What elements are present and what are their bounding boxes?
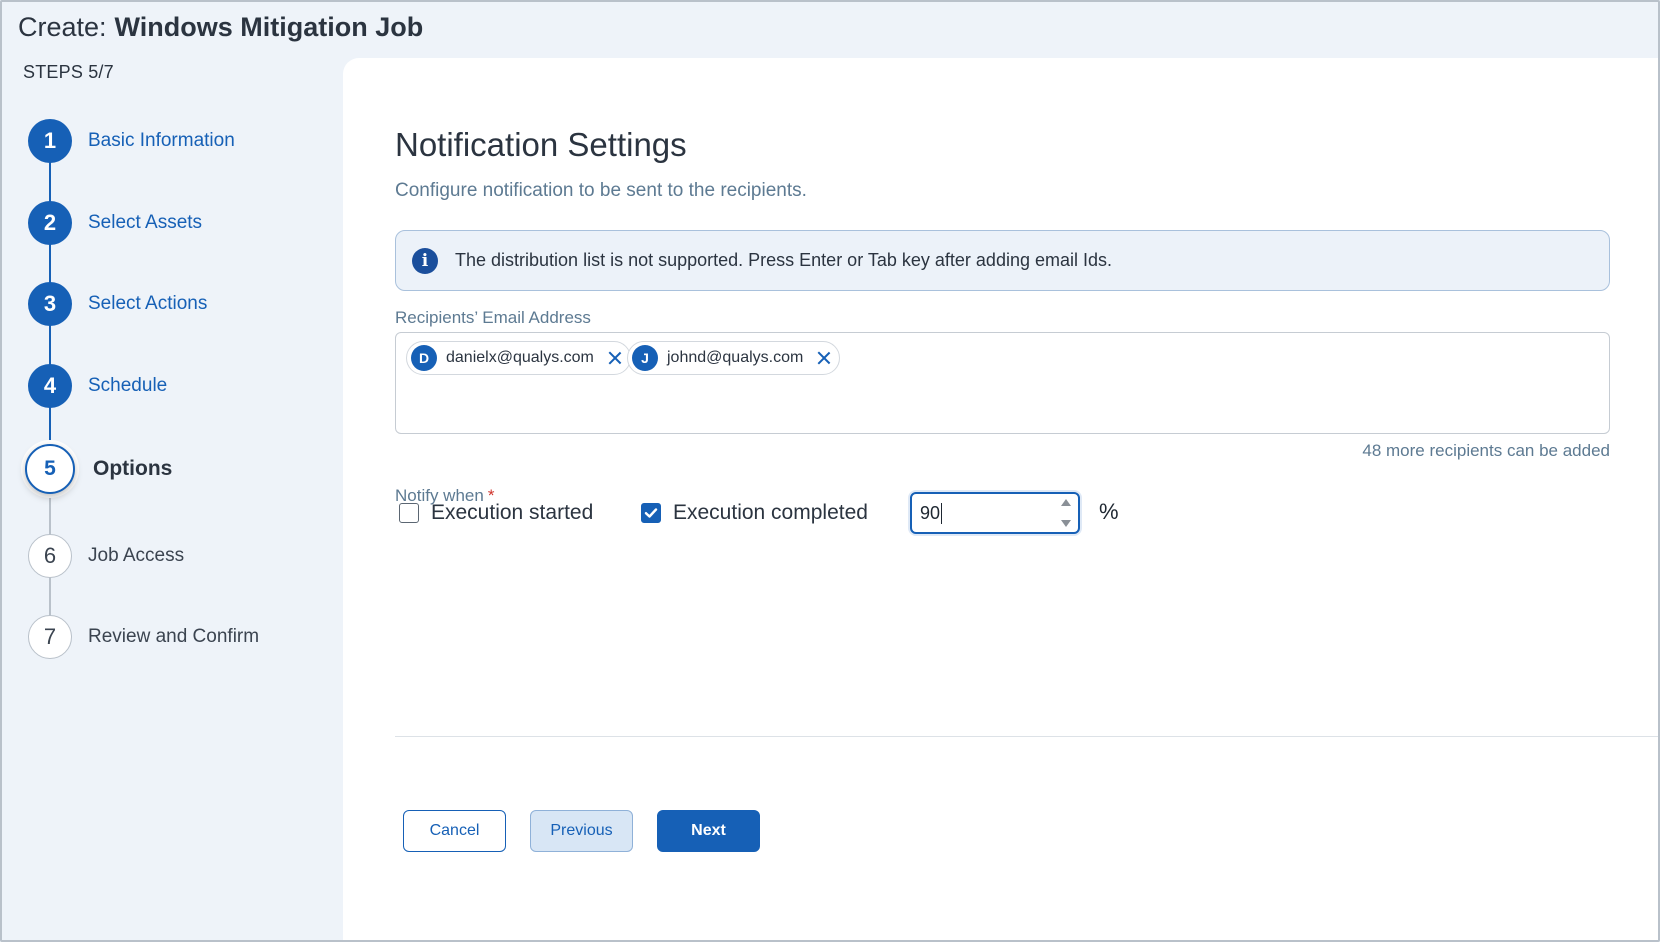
previous-button[interactable]: Previous xyxy=(530,810,633,852)
execution-started-checkbox[interactable] xyxy=(399,503,419,523)
step-label: Select Assets xyxy=(88,212,203,233)
recipient-email: danielx@qualys.com xyxy=(446,349,594,366)
step-number: 3 xyxy=(28,282,72,326)
step-label: Review and Confirm xyxy=(88,626,260,647)
step-label: Select Actions xyxy=(88,293,208,314)
step-label: Job Access xyxy=(88,545,185,566)
step-number: 4 xyxy=(28,364,72,408)
recipient-chip: D danielx@qualys.com xyxy=(406,341,631,375)
percent-stepper[interactable] xyxy=(1060,498,1072,528)
execution-completed-option[interactable]: Execution completed xyxy=(641,501,868,525)
close-icon[interactable] xyxy=(817,351,831,365)
step-select-actions[interactable]: 3 Select Actions xyxy=(28,282,207,326)
main-panel: Notification Settings Configure notifica… xyxy=(343,58,1658,940)
spin-up-icon[interactable] xyxy=(1061,499,1071,506)
step-number: 7 xyxy=(28,615,72,659)
step-number: 1 xyxy=(28,119,72,163)
checkmark-icon xyxy=(644,508,658,518)
execution-completed-checkbox[interactable] xyxy=(641,503,661,523)
page-title: Create: Windows Mitigation Job xyxy=(18,12,423,43)
step-label: Basic Information xyxy=(88,130,235,151)
recipient-email: johnd@qualys.com xyxy=(667,349,804,366)
section-title: Notification Settings xyxy=(395,126,687,163)
completion-percent-input[interactable]: 90 xyxy=(910,492,1080,534)
footer-divider xyxy=(395,736,1658,737)
avatar: D xyxy=(411,345,437,371)
completion-percent-value: 90 xyxy=(920,502,941,523)
job-name: Windows Mitigation Job xyxy=(114,12,424,42)
steps-counter: STEPS 5/7 xyxy=(23,62,114,82)
avatar: J xyxy=(632,345,658,371)
spin-down-icon[interactable] xyxy=(1061,520,1071,527)
wizard-window: Create: Windows Mitigation Job STEPS 5/7 … xyxy=(0,0,1660,942)
recipients-remaining-text: 48 more recipients can be added xyxy=(1362,441,1610,460)
step-basic-information[interactable]: 1 Basic Information xyxy=(28,119,235,163)
recipients-label: Recipients’ Email Address xyxy=(395,308,591,327)
recipients-input[interactable]: D danielx@qualys.com J johnd@qualys.com xyxy=(395,332,1610,434)
title-prefix: Create: xyxy=(18,12,107,42)
cancel-button[interactable]: Cancel xyxy=(403,810,506,852)
info-banner: i The distribution list is not supported… xyxy=(395,230,1610,291)
execution-started-label: Execution started xyxy=(431,501,594,524)
recipient-chip: J johnd@qualys.com xyxy=(627,341,841,375)
step-number: 2 xyxy=(28,201,72,245)
step-number: 6 xyxy=(28,534,72,578)
step-schedule[interactable]: 4 Schedule xyxy=(28,364,167,408)
info-banner-text: The distribution list is not supported. … xyxy=(455,250,1112,270)
step-select-assets[interactable]: 2 Select Assets xyxy=(28,201,202,245)
step-number: 5 xyxy=(25,444,75,494)
step-options[interactable]: 5 Options xyxy=(25,444,172,494)
percent-unit: % xyxy=(1099,499,1119,524)
execution-completed-label: Execution completed xyxy=(673,501,868,524)
text-caret xyxy=(941,502,943,524)
info-icon: i xyxy=(412,247,438,274)
execution-started-option[interactable]: Execution started xyxy=(399,501,593,525)
section-subtitle: Configure notification to be sent to the… xyxy=(395,180,807,201)
step-job-access[interactable]: 6 Job Access xyxy=(28,534,184,578)
step-label: Schedule xyxy=(88,375,168,396)
step-label: Options xyxy=(93,457,173,480)
close-icon[interactable] xyxy=(608,351,622,365)
step-review-and-confirm[interactable]: 7 Review and Confirm xyxy=(28,615,259,659)
next-button[interactable]: Next xyxy=(657,810,760,852)
